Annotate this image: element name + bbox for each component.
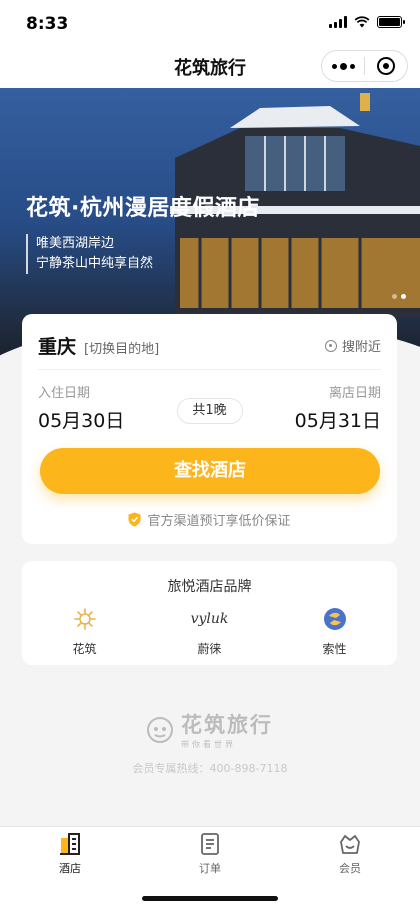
carousel-indicator — [392, 294, 406, 299]
brand-section-title: 旅悦酒店品牌 — [167, 579, 252, 595]
brand-item-huazhu[interactable]: 花筑 — [22, 607, 147, 657]
tab-label: 酒店 — [59, 862, 81, 875]
search-nearby-label: 搜附近 — [341, 340, 381, 355]
suoxing-logo-icon — [323, 607, 347, 631]
footer-logo: 花筑旅行 带你看世界 — [145, 708, 285, 750]
tab-label: 订单 — [199, 862, 221, 875]
tab-label: 会员 — [339, 862, 361, 875]
carousel-dot — [392, 294, 397, 299]
hotel-icon — [60, 833, 80, 855]
status-bar: 8:33 — [0, 0, 420, 44]
hero-title: 花筑·杭州漫居度假酒店 — [26, 196, 260, 221]
brand-item-suoxing[interactable]: 索性 — [272, 607, 397, 657]
vyluk-logo-text: vyluk — [190, 611, 229, 627]
checkout-label: 离店日期 — [328, 386, 381, 401]
price-guarantee-text: 官方渠道预订享低价保证 — [147, 514, 291, 529]
signal-icon — [329, 16, 347, 28]
brand-name: 花筑 — [72, 642, 97, 656]
search-nearby-button[interactable]: 搜附近 — [324, 336, 381, 355]
tab-member[interactable]: 会员 — [280, 827, 420, 909]
status-time: 8:33 — [26, 14, 69, 34]
hero-subtitle: 唯美西湖岸边 宁静茶山中纯享自然 — [26, 234, 153, 274]
divider — [38, 369, 381, 370]
change-destination-link[interactable]: [切换目的地] — [84, 338, 159, 357]
nav-bar: 花筑旅行 — [0, 44, 420, 88]
shield-icon — [128, 512, 141, 527]
brand-item-vyluk[interactable]: vyluk 蔚徕 — [147, 607, 272, 657]
battery-icon — [377, 16, 405, 28]
vyluk-logo-icon: vyluk — [191, 607, 229, 631]
huazhu-logo-icon — [73, 607, 97, 631]
brand-name: 蔚徕 — [197, 642, 222, 656]
hero-subtitle-line: 唯美西湖岸边 — [36, 236, 115, 251]
mini-program-capsule — [321, 50, 408, 82]
tab-hotel[interactable]: 酒店 — [0, 827, 140, 909]
brand-card: 旅悦酒店品牌 花筑 vyluk 蔚徕 索性 — [22, 561, 397, 665]
location-icon — [324, 339, 337, 352]
footer-logo-text: 花筑旅行 — [181, 712, 273, 737]
brand-list: 花筑 vyluk 蔚徕 索性 — [22, 607, 397, 657]
find-hotel-button[interactable]: 查找酒店 — [40, 448, 380, 494]
wifi-icon — [354, 16, 370, 28]
order-icon — [201, 833, 219, 855]
price-guarantee: 官方渠道预订享低价保证 — [22, 510, 397, 529]
huazhu-travel-mascot-icon — [147, 717, 173, 743]
hero-subtitle-line: 宁静茶山中纯享自然 — [36, 256, 154, 271]
brand-name: 索性 — [322, 642, 347, 656]
hotel-search-card: 重庆 [切换目的地] 搜附近 入住日期 05月30日 共1晚 离店日期 05月3… — [22, 314, 397, 544]
more-button[interactable] — [322, 51, 364, 81]
member-icon — [340, 835, 360, 854]
checkout-date[interactable]: 05月31日 — [295, 406, 381, 433]
target-icon — [377, 57, 395, 75]
city-name[interactable]: 重庆 — [38, 332, 76, 359]
checkin-label: 入住日期 — [38, 386, 91, 401]
footer-logo-slogan: 带你看世界 — [181, 739, 236, 749]
nights-badge: 共1晚 — [176, 398, 243, 424]
more-dots-icon — [331, 62, 355, 70]
checkin-date[interactable]: 05月30日 — [38, 406, 124, 433]
member-hotline: 会员专属热线：400-898-7118 — [132, 762, 288, 775]
close-mini-program-button[interactable] — [365, 51, 407, 81]
home-indicator — [142, 896, 278, 901]
carousel-dot-active — [401, 294, 406, 299]
status-icons — [329, 16, 405, 28]
